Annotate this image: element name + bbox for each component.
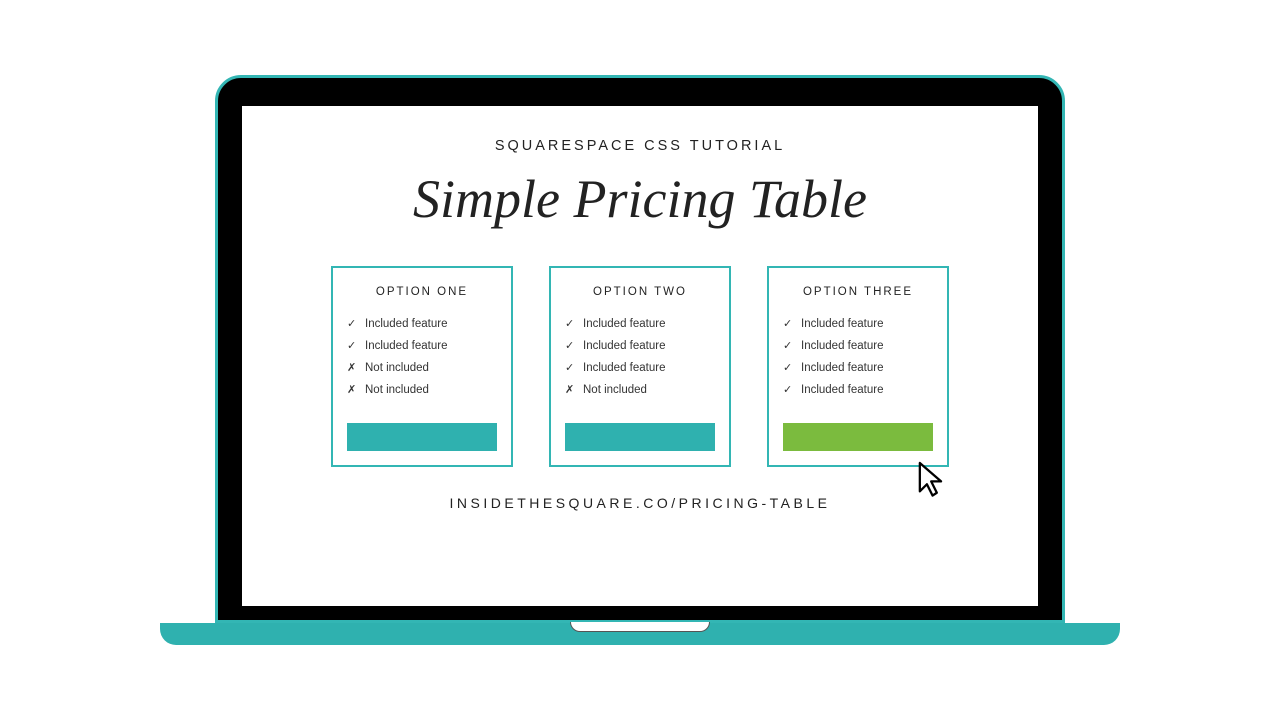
check-icon: ✓ [347,314,361,335]
feature-item: ✓Included feature [565,358,715,380]
check-icon: ✓ [565,336,579,357]
card-title: OPTION ONE [347,286,497,298]
laptop-base [160,623,1120,645]
x-icon: ✗ [347,358,361,379]
feature-text: Included feature [583,358,665,380]
feature-item: ✓Included feature [347,336,497,358]
feature-item: ✗Not included [565,380,715,402]
pricing-card-option-two: OPTION TWO ✓Included feature ✓Included f… [549,266,731,467]
select-plan-button[interactable] [565,423,715,451]
check-icon: ✓ [565,314,579,335]
feature-item: ✓Included feature [783,380,933,402]
check-icon: ✓ [783,358,797,379]
laptop-trackpad-notch [570,622,710,632]
feature-text: Not included [365,358,429,380]
feature-item: ✗Not included [347,358,497,380]
x-icon: ✗ [347,380,361,401]
footer-link-text: INSIDETHESQUARE.CO/PRICING-TABLE [450,495,831,511]
screen-content: SQUARESPACE CSS TUTORIAL Simple Pricing … [242,106,1038,606]
feature-list: ✓Included feature ✓Included feature ✗Not… [347,314,497,401]
feature-item: ✓Included feature [783,314,933,336]
pricing-card-option-three: OPTION THREE ✓Included feature ✓Included… [767,266,949,467]
feature-text: Included feature [365,336,447,358]
laptop-mockup: SQUARESPACE CSS TUTORIAL Simple Pricing … [160,75,1120,645]
feature-list: ✓Included feature ✓Included feature ✓Inc… [783,314,933,401]
feature-text: Included feature [801,380,883,402]
page-title: Simple Pricing Table [413,168,867,230]
feature-item: ✓Included feature [565,336,715,358]
feature-item: ✗Not included [347,380,497,402]
check-icon: ✓ [565,358,579,379]
check-icon: ✓ [783,314,797,335]
check-icon: ✓ [347,336,361,357]
card-title: OPTION TWO [565,286,715,298]
feature-item: ✓Included feature [565,314,715,336]
feature-text: Included feature [801,314,883,336]
laptop-bezel: SQUARESPACE CSS TUTORIAL Simple Pricing … [215,75,1065,623]
card-title: OPTION THREE [783,286,933,298]
cursor-icon [917,460,951,500]
pricing-card-option-one: OPTION ONE ✓Included feature ✓Included f… [331,266,513,467]
feature-text: Included feature [583,314,665,336]
pricing-cards-row: OPTION ONE ✓Included feature ✓Included f… [278,266,1002,467]
feature-item: ✓Included feature [783,358,933,380]
feature-list: ✓Included feature ✓Included feature ✓Inc… [565,314,715,401]
eyebrow-text: SQUARESPACE CSS TUTORIAL [495,138,785,154]
check-icon: ✓ [783,336,797,357]
feature-item: ✓Included feature [783,336,933,358]
check-icon: ✓ [783,380,797,401]
select-plan-button[interactable] [347,423,497,451]
select-plan-button[interactable] [783,423,933,451]
feature-text: Included feature [365,314,447,336]
feature-text: Not included [365,380,429,402]
feature-item: ✓Included feature [347,314,497,336]
x-icon: ✗ [565,380,579,401]
feature-text: Not included [583,380,647,402]
feature-text: Included feature [801,336,883,358]
feature-text: Included feature [801,358,883,380]
feature-text: Included feature [583,336,665,358]
